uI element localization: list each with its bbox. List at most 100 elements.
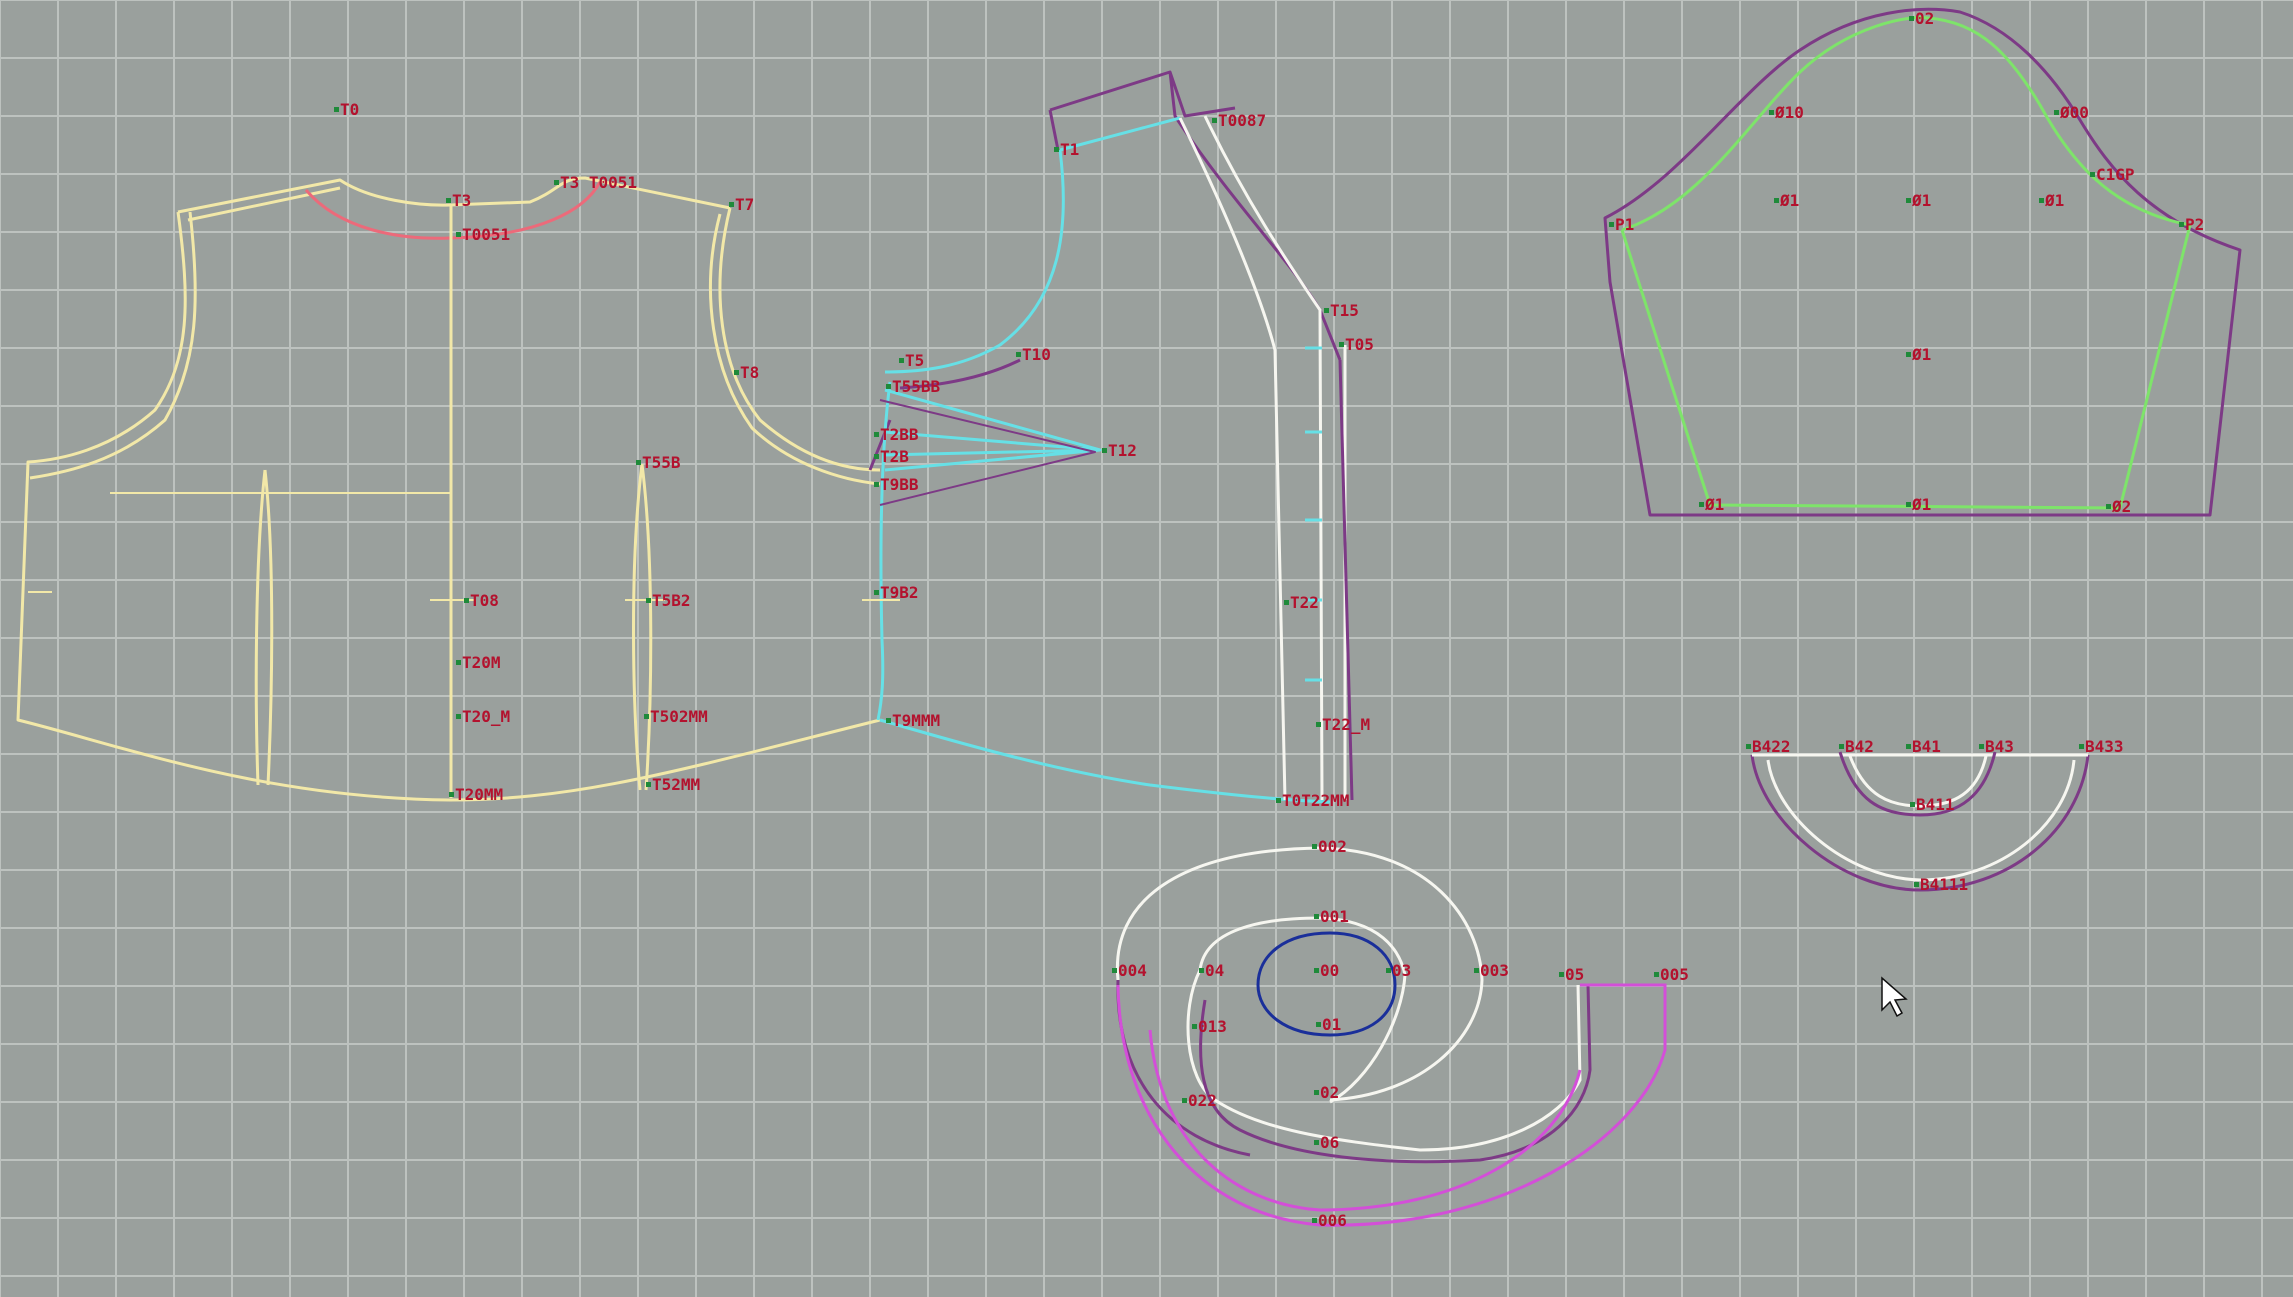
control-point[interactable] <box>1839 744 1844 749</box>
control-point[interactable] <box>1192 1024 1197 1029</box>
control-point[interactable] <box>1699 502 1704 507</box>
point-label-t22[interactable]: T22 <box>1290 593 1319 612</box>
point-label-s1gp[interactable]: C1GP <box>2096 165 2135 184</box>
control-point[interactable] <box>1284 600 1289 605</box>
point-label-c04[interactable]: 04 <box>1205 961 1224 980</box>
control-point[interactable] <box>1054 147 1059 152</box>
control-point[interactable] <box>874 432 879 437</box>
control-point[interactable] <box>1314 1090 1319 1095</box>
control-point[interactable] <box>1314 1140 1319 1145</box>
point-label-t9b2[interactable]: T9B2 <box>880 583 919 602</box>
point-label-t5b2[interactable]: T5B2 <box>652 591 691 610</box>
control-point[interactable] <box>644 714 649 719</box>
point-label-c00[interactable]: 00 <box>1320 961 1339 980</box>
control-point[interactable] <box>456 714 461 719</box>
control-point[interactable] <box>1314 914 1319 919</box>
point-label-c022[interactable]: 022 <box>1188 1091 1217 1110</box>
point-label-b411[interactable]: B411 <box>1916 795 1955 814</box>
control-point[interactable] <box>2079 744 2084 749</box>
sleeve-piece[interactable] <box>1603 7 2242 517</box>
point-label-t7[interactable]: T7 <box>735 195 754 214</box>
point-label-t05[interactable]: T05 <box>1345 335 1374 354</box>
point-label-c005[interactable]: 005 <box>1660 965 1689 984</box>
pattern-canvas[interactable]: T0 T3 T0051 T3 T0051 T7 T8 T08 T20M T20_M T20MM T5… <box>0 0 2293 1297</box>
point-label-t9mmm[interactable]: T9MMM <box>892 711 940 730</box>
control-point[interactable] <box>456 232 461 237</box>
point-label-t0[interactable]: T0 <box>340 100 359 119</box>
drafting-workspace[interactable]: T0 T3 T0051 T3 T0051 T7 T8 T08 T20M T20_M T20MM T5… <box>0 0 2293 1297</box>
point-label-b433[interactable]: B433 <box>2085 737 2124 756</box>
point-label-t3_top[interactable]: T3 <box>452 191 471 210</box>
point-label-s_br[interactable]: Ø2 <box>2111 497 2131 516</box>
control-point[interactable] <box>2106 504 2111 509</box>
control-point[interactable] <box>2179 222 2184 227</box>
point-label-t0051[interactable]: T0051 <box>462 225 510 244</box>
point-label-t22_m[interactable]: T22_M <box>1322 715 1370 734</box>
point-label-t55bb[interactable]: T55BB <box>892 377 941 396</box>
control-point[interactable] <box>1746 744 1751 749</box>
control-point[interactable] <box>1199 968 1204 973</box>
point-label-c003[interactable]: 003 <box>1480 961 1509 980</box>
bodice-piece[interactable] <box>16 176 881 802</box>
point-label-c013[interactable]: 013 <box>1198 1017 1227 1036</box>
point-label-b42[interactable]: B42 <box>1845 737 1874 756</box>
point-label-t0t22m[interactable]: T0T22MM <box>1282 791 1349 810</box>
point-label-s1[interactable]: P1 <box>1615 215 1634 234</box>
control-point[interactable] <box>1312 844 1317 849</box>
point-label-t20_m[interactable]: T20_M <box>462 707 510 726</box>
control-point[interactable] <box>1212 118 1217 123</box>
control-point[interactable] <box>734 370 739 375</box>
point-label-t10[interactable]: T10 <box>1022 345 1051 364</box>
point-label-b43[interactable]: B43 <box>1985 737 2014 756</box>
control-point[interactable] <box>1474 968 1479 973</box>
point-label-t15[interactable]: T15 <box>1330 301 1359 320</box>
control-point[interactable] <box>729 202 734 207</box>
point-label-t502mm[interactable]: T502MM <box>650 707 708 726</box>
point-label-c06[interactable]: 06 <box>1320 1133 1339 1152</box>
control-point[interactable] <box>886 718 891 723</box>
point-label-b4111[interactable]: B4111 <box>1920 875 1968 894</box>
control-point[interactable] <box>646 782 651 787</box>
control-point[interactable] <box>464 598 469 603</box>
control-point[interactable] <box>874 454 879 459</box>
control-point[interactable] <box>1906 352 1911 357</box>
point-label-s_bl[interactable]: Ø1 <box>1704 495 1724 514</box>
control-point[interactable] <box>636 460 641 465</box>
point-label-s_mid[interactable]: Ø1 <box>1911 191 1931 210</box>
point-label-t1[interactable]: T1 <box>1060 140 1079 159</box>
control-point[interactable] <box>646 598 651 603</box>
control-point[interactable] <box>1386 968 1391 973</box>
control-point[interactable] <box>1016 352 1021 357</box>
point-label-s10[interactable]: Ø10 <box>1774 103 1804 122</box>
control-point[interactable] <box>1910 802 1915 807</box>
point-label-t12[interactable]: T12 <box>1108 441 1137 460</box>
control-point[interactable] <box>886 384 891 389</box>
point-label-s_bm[interactable]: Ø1 <box>1911 495 1931 514</box>
point-label-b41[interactable]: B41 <box>1912 737 1941 756</box>
control-point[interactable] <box>1312 1218 1317 1223</box>
control-point[interactable] <box>1559 972 1564 977</box>
control-point[interactable] <box>2054 110 2059 115</box>
point-label-t20m[interactable]: T20M <box>462 653 501 672</box>
point-label-t52mm[interactable]: T52MM <box>652 775 700 794</box>
control-point[interactable] <box>1906 744 1911 749</box>
control-point[interactable] <box>1774 198 1779 203</box>
control-point[interactable] <box>2090 172 2095 177</box>
point-label-c01[interactable]: 01 <box>1322 1015 1341 1034</box>
control-point[interactable] <box>1339 342 1344 347</box>
point-label-t0087[interactable]: T0087 <box>1218 111 1266 130</box>
control-point[interactable] <box>874 590 879 595</box>
point-label-t5[interactable]: T5 <box>905 351 924 370</box>
control-point[interactable] <box>334 107 339 112</box>
control-point[interactable] <box>1909 16 1914 21</box>
control-point[interactable] <box>1979 744 1984 749</box>
control-point[interactable] <box>456 660 461 665</box>
point-label-t08[interactable]: T08 <box>470 591 499 610</box>
control-point[interactable] <box>1316 722 1321 727</box>
point-label-s11[interactable]: Ø1 <box>1779 191 1799 210</box>
control-point[interactable] <box>899 358 904 363</box>
control-point[interactable] <box>446 198 451 203</box>
point-label-c001[interactable]: 001 <box>1320 907 1349 926</box>
control-point[interactable] <box>1654 972 1659 977</box>
point-label-t2b[interactable]: T2B <box>880 447 909 466</box>
